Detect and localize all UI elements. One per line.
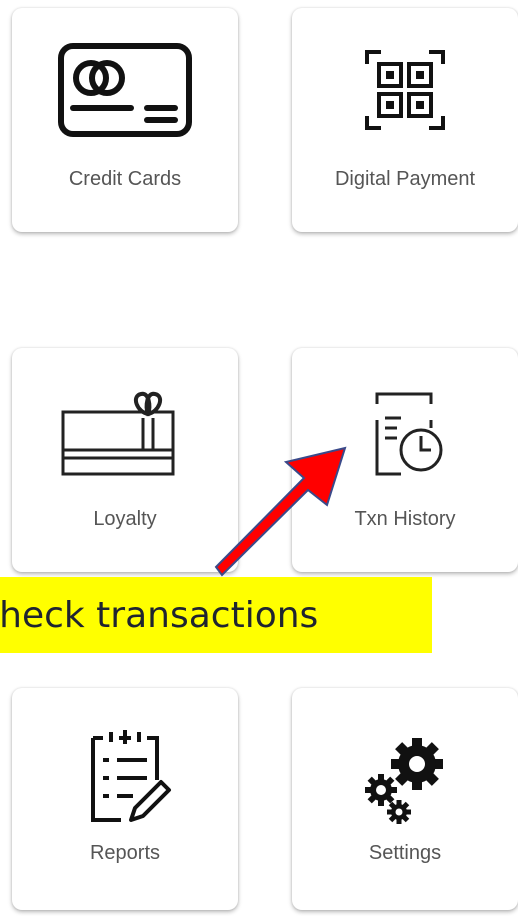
credit-card-icon (12, 42, 238, 138)
tile-credit-cards[interactable]: Credit Cards (12, 8, 238, 232)
qr-code-icon (292, 44, 518, 136)
clipboard-list-icon (12, 724, 238, 828)
tile-label-loyalty: Loyalty (93, 508, 157, 530)
tile-label-reports: Reports (89, 842, 161, 864)
gift-card-icon (12, 388, 238, 484)
tile-label-txn-history: Txn History (354, 508, 456, 530)
tile-label-settings: Settings (368, 842, 442, 864)
tile-settings[interactable]: Settings (292, 688, 518, 910)
callout-banner: Check transactions (0, 577, 432, 653)
tile-label-credit-cards: Credit Cards (68, 168, 182, 190)
tile-reports[interactable]: Reports (12, 688, 238, 910)
gears-icon (292, 728, 518, 828)
callout-text: Check transactions (0, 594, 319, 636)
tile-digital-payment[interactable]: Digital Payment (292, 8, 518, 232)
tile-loyalty[interactable]: Loyalty (12, 348, 238, 572)
tile-txn-history[interactable]: Txn History (292, 348, 518, 572)
document-clock-icon (292, 390, 518, 486)
tile-label-digital-payment: Digital Payment (334, 168, 476, 190)
